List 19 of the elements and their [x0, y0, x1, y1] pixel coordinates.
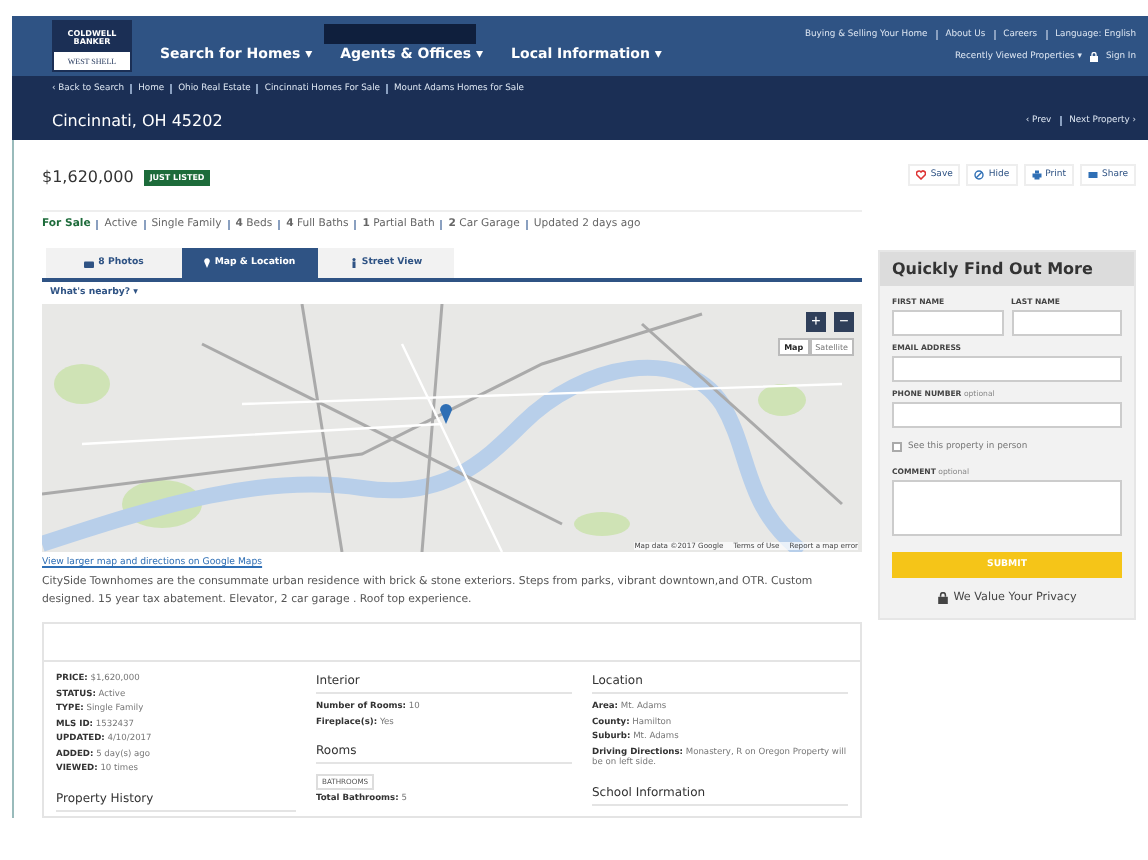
- zoom-in-button[interactable]: +: [806, 312, 826, 332]
- heart-icon: [916, 170, 927, 180]
- comment-field[interactable]: [892, 480, 1122, 536]
- pin-icon: [204, 258, 211, 268]
- input-field[interactable]: [892, 310, 1003, 336]
- envelope-icon: [1088, 170, 1098, 180]
- input-field[interactable]: [892, 356, 1122, 382]
- camera-icon: [84, 259, 95, 267]
- checkbox[interactable]: [892, 442, 902, 452]
- input-field[interactable]: [1011, 310, 1122, 336]
- zoom-out-button[interactable]: −: [834, 312, 854, 332]
- lock-icon: [937, 592, 948, 604]
- printer-icon: [1031, 170, 1042, 180]
- lock-icon: [1089, 52, 1098, 62]
- input-field[interactable]: [892, 402, 1122, 428]
- listing-price: $1,620,000: [42, 168, 134, 186]
- page-title: Cincinnati, OH 45202: [52, 111, 223, 129]
- form-title: Quickly Find Out More: [880, 252, 1134, 286]
- hide-icon: [974, 170, 985, 180]
